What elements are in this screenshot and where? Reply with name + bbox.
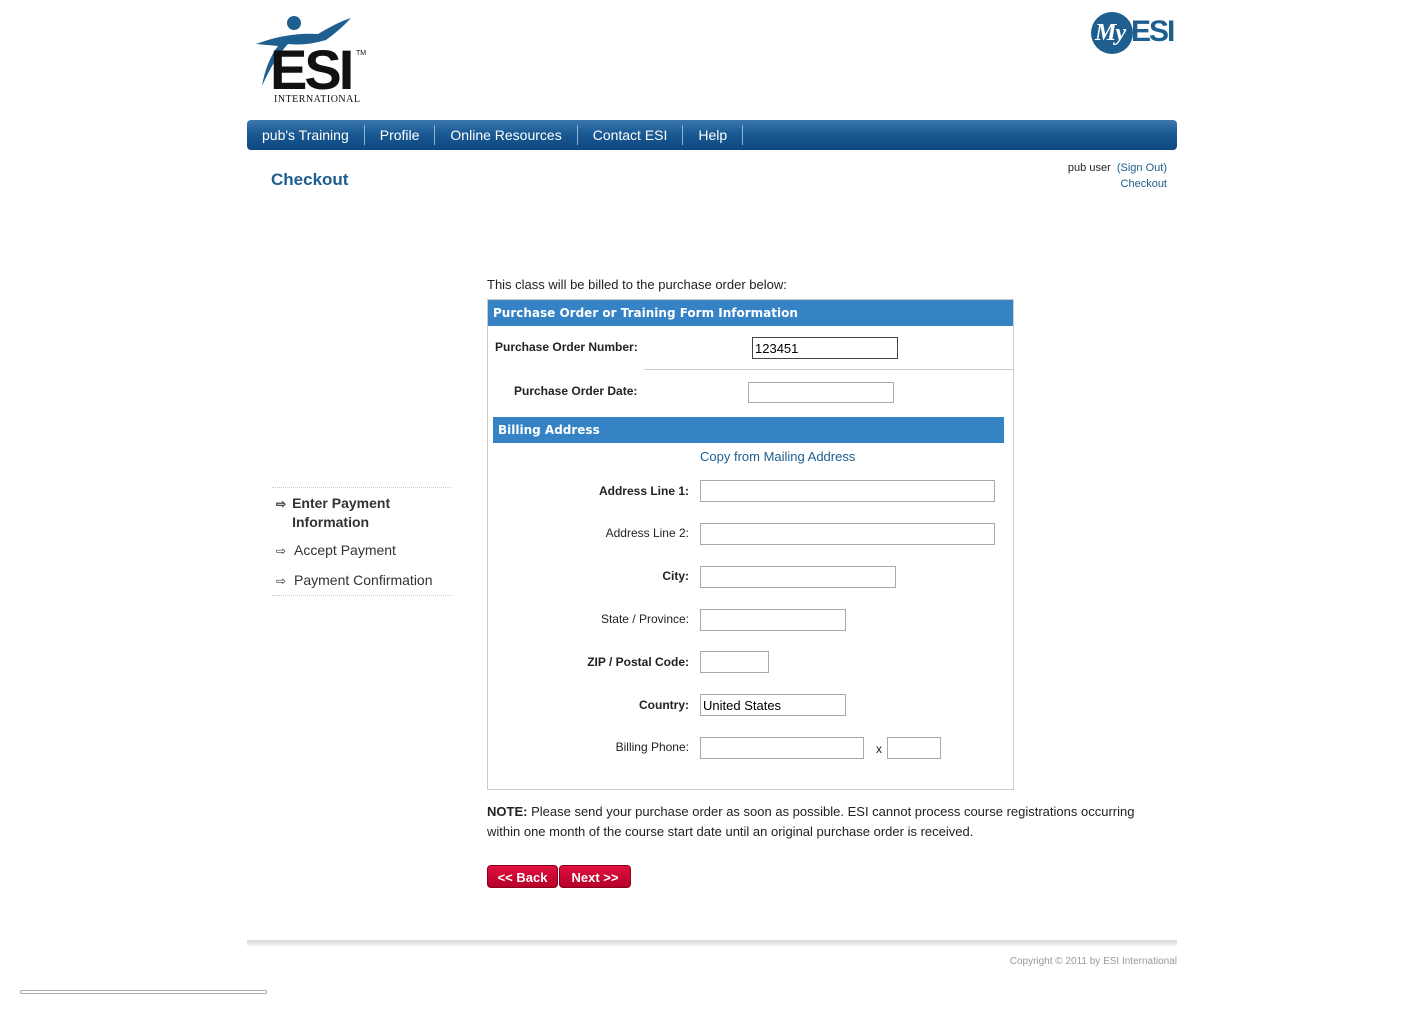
po-date-input[interactable] [748,382,894,403]
arrow-right-icon: ⇨ [276,544,287,558]
checkout-steps: ⇨ Enter Payment Information ⇨ Accept Pay… [272,487,452,596]
phone-label: Billing Phone: [615,740,689,754]
address1-input[interactable] [700,480,995,502]
sign-out-link[interactable]: (Sign Out) [1117,162,1167,174]
po-date-label: Purchase Order Date: [514,384,638,398]
arrow-right-icon: ⇨ [276,497,287,511]
step-label: Accept Payment [294,542,396,558]
footer-divider [247,940,1177,946]
step-enter-payment: ⇨ Enter Payment Information [272,494,452,532]
billing-intro: This class will be billed to the purchas… [487,277,787,292]
country-input[interactable] [700,694,846,716]
myesi-logo[interactable]: My ESI [1091,11,1177,55]
logo-subtitle: INTERNATIONAL [274,94,361,105]
user-name: pub user [1067,162,1111,174]
city-input[interactable] [700,566,896,588]
phone-ext-input[interactable] [887,737,941,759]
step-accept-payment: ⇨ Accept Payment [272,541,452,561]
page-title: Checkout [271,170,349,189]
step-payment-confirmation: ⇨ Payment Confirmation [272,571,452,591]
payment-form: Purchase Order or Training Form Informat… [487,299,1014,790]
myesi-my-text: My [1095,20,1126,46]
note-text: Please send your purchase order as soon … [487,804,1135,839]
address2-input[interactable] [700,523,995,545]
billing-section-header: Billing Address [493,417,1004,443]
logo-text: ESI [270,38,354,101]
nav-online-resources[interactable]: Online Resources [435,125,578,145]
step-label: Payment Confirmation [294,572,433,588]
nav-profile[interactable]: Profile [365,125,436,145]
phone-input[interactable] [700,737,864,759]
step-label: Enter Payment Information [292,495,391,530]
zip-label: ZIP / Postal Code: [587,655,689,669]
address2-label: Address Line 2: [605,526,689,540]
esi-logo[interactable]: ESI TM INTERNATIONAL [248,14,370,106]
country-label: Country: [639,698,689,712]
divider [644,369,1013,370]
logo-tm: TM [356,50,367,57]
ext-label: x [876,742,882,756]
next-button[interactable]: Next >> [559,865,631,888]
arrow-right-icon: ⇨ [276,574,287,588]
po-number-input[interactable] [752,337,898,359]
note-label: NOTE: [487,804,528,819]
main-nav: pub's Training Profile Online Resources … [247,120,1177,150]
state-input[interactable] [700,609,846,631]
address1-label: Address Line 1: [598,484,689,498]
nav-help[interactable]: Help [683,125,744,145]
nav-contact[interactable]: Contact ESI [578,125,684,145]
breadcrumb-checkout[interactable]: Checkout [1121,178,1167,190]
zip-input[interactable] [700,651,769,673]
po-number-label: Purchase Order Number: [495,340,638,354]
purchase-order-note: NOTE: Please send your purchase order as… [487,802,1157,842]
po-section-header: Purchase Order or Training Form Informat… [488,300,1013,326]
copy-mailing-address-link[interactable]: Copy from Mailing Address [700,449,855,464]
myesi-esi-text: ESI [1131,15,1175,48]
copyright: Copyright © 2011 by ESI International [1009,956,1177,967]
nav-training[interactable]: pub's Training [247,125,365,145]
back-button[interactable]: << Back [487,865,558,888]
horizontal-scrollbar[interactable] [20,990,267,994]
state-label: State / Province: [600,612,689,626]
city-label: City: [662,569,689,583]
user-info: pub user (Sign Out) Checkout [1068,160,1167,192]
